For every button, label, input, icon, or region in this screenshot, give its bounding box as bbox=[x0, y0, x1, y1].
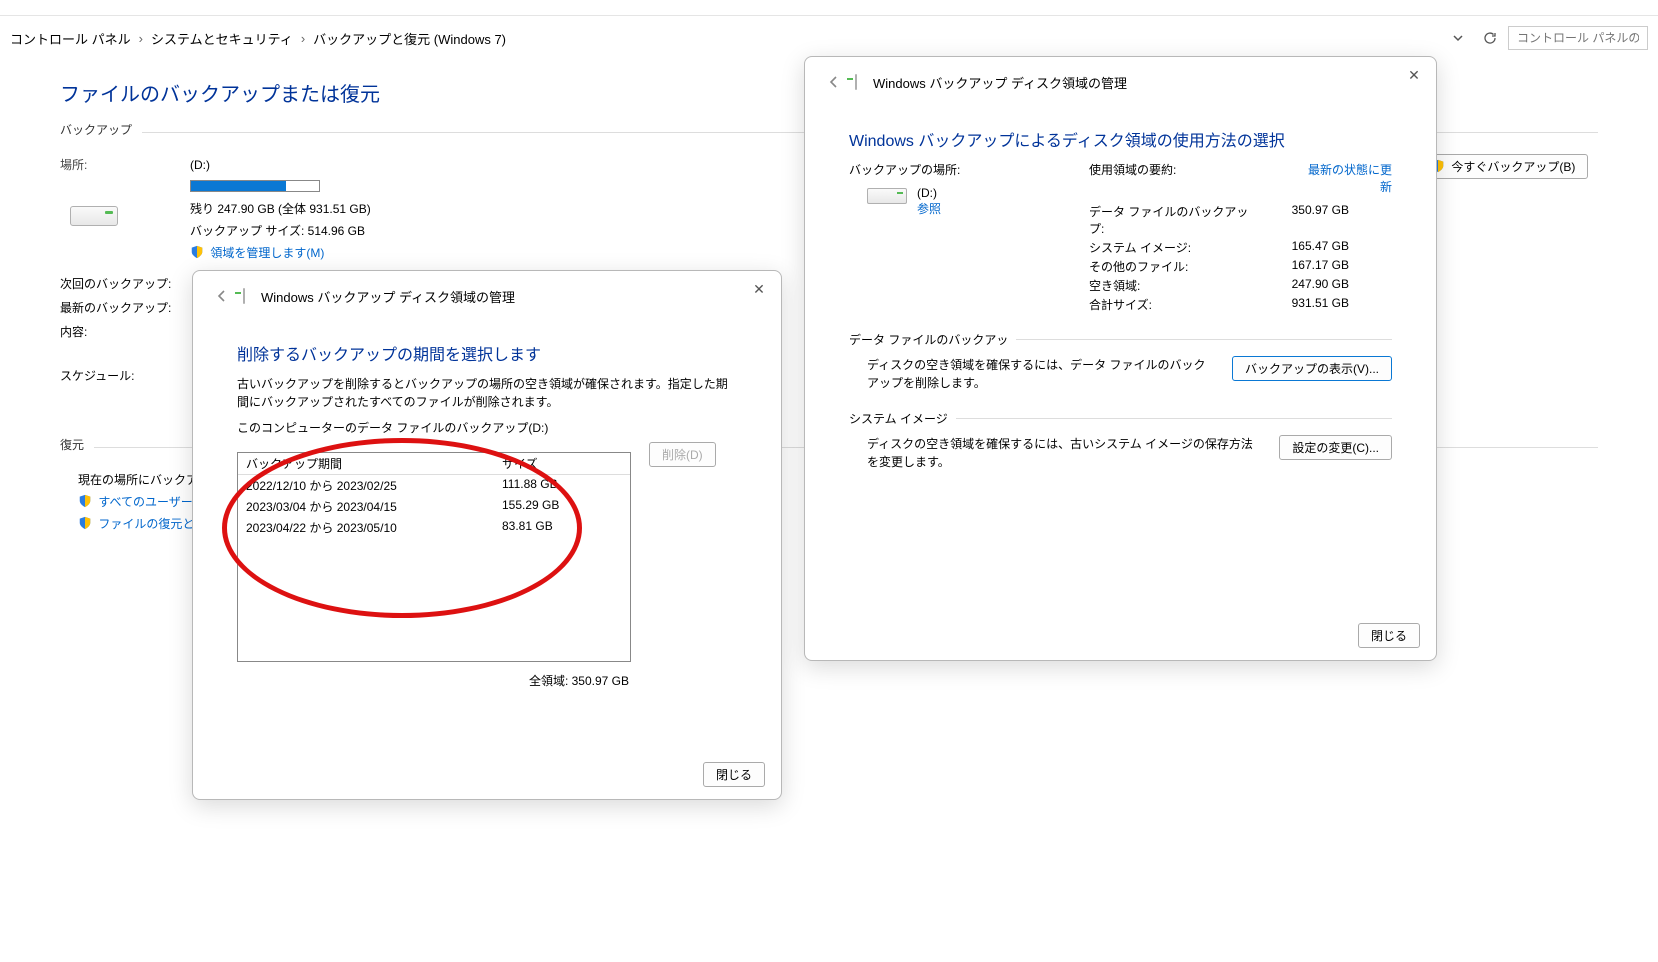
total-space-label: 全領域: 350.97 GB bbox=[237, 662, 631, 689]
shield-icon bbox=[78, 493, 92, 507]
close-button[interactable]: ✕ bbox=[743, 275, 775, 303]
shield-icon bbox=[78, 515, 92, 529]
backup-now-button[interactable]: 今すぐバックアップ(B) bbox=[1418, 154, 1588, 179]
dialog-description: 古いバックアップを削除するとバックアップの場所の空き領域が確保されます。指定した… bbox=[237, 375, 737, 411]
summary-value: 247.90 GB bbox=[1259, 277, 1349, 294]
summary-label: 空き領域: bbox=[1089, 277, 1259, 294]
close-button[interactable]: ✕ bbox=[1398, 61, 1430, 89]
summary-label: その他のファイル: bbox=[1089, 258, 1259, 275]
list-item[interactable]: 2023/03/04 から 2023/04/15155.29 GB bbox=[238, 496, 630, 517]
label-content: 内容: bbox=[60, 322, 180, 342]
section-header-backup: バックアップ bbox=[60, 121, 132, 138]
summary-value: 165.47 GB bbox=[1259, 239, 1349, 256]
dialog-title: Windows バックアップ ディスク領域の管理 bbox=[261, 287, 515, 306]
backup-source-label: このコンピューターのデータ ファイルのバックアップ(D:) bbox=[237, 419, 737, 436]
summary-value: 931.51 GB bbox=[1259, 296, 1349, 313]
section-header-restore: 復元 bbox=[60, 436, 84, 453]
summary-label: データ ファイルのバックアップ: bbox=[1089, 203, 1259, 237]
list-item[interactable]: 2023/04/22 から 2023/05/1083.81 GB bbox=[238, 517, 630, 538]
view-backups-button[interactable]: バックアップの表示(V)... bbox=[1232, 356, 1392, 381]
breadcrumb-item[interactable]: システムとセキュリティ bbox=[151, 29, 293, 48]
manage-space-link[interactable]: 領域を管理します(M) bbox=[210, 246, 324, 260]
search-input[interactable] bbox=[1508, 26, 1648, 50]
dialog-heading: 削除するバックアップの期間を選択します bbox=[237, 341, 737, 365]
back-button[interactable] bbox=[823, 71, 845, 93]
disk-icon bbox=[70, 206, 118, 226]
label-location: 場所: bbox=[60, 154, 180, 176]
delete-button: 削除(D) bbox=[649, 442, 716, 467]
chevron-right-icon: › bbox=[137, 31, 145, 46]
usage-summary-label: 使用領域の要約: bbox=[1089, 161, 1176, 195]
select-backup-period-dialog: ✕ Windows バックアップ ディスク領域の管理 削除するバックアップの期間… bbox=[192, 270, 782, 800]
back-button[interactable] bbox=[211, 285, 233, 307]
summary-value: 167.17 GB bbox=[1259, 258, 1349, 275]
label-next-backup: 次回のバックアップ: bbox=[60, 274, 180, 294]
group-label-data-files: データ ファイルのバックアッ bbox=[849, 331, 1008, 348]
drive-letter: (D:) bbox=[917, 186, 941, 200]
restore-file-link[interactable]: ファイルの復元と bbox=[98, 517, 194, 531]
group-label-system-image: システム イメージ bbox=[849, 410, 948, 427]
column-header-period[interactable]: バックアップ期間 bbox=[246, 455, 502, 472]
backup-period-list[interactable]: バックアップ期間 サイズ 2022/12/10 から 2023/02/25111… bbox=[237, 452, 631, 662]
column-header-size[interactable]: サイズ bbox=[502, 455, 622, 472]
chevron-right-icon: › bbox=[299, 31, 307, 46]
shield-icon bbox=[190, 244, 204, 258]
disk-usage-bar bbox=[190, 180, 320, 192]
disk-icon bbox=[867, 188, 907, 204]
dialog-title: Windows バックアップ ディスク領域の管理 bbox=[873, 73, 1127, 92]
close-dialog-button[interactable]: 閉じる bbox=[703, 762, 765, 787]
summary-label: システム イメージ: bbox=[1089, 239, 1259, 256]
dialog-heading: Windows バックアップによるディスク領域の使用方法の選択 bbox=[849, 127, 1392, 151]
change-settings-button[interactable]: 設定の変更(C)... bbox=[1279, 435, 1392, 460]
label-schedule: スケジュール: bbox=[60, 366, 180, 386]
breadcrumb-item[interactable]: バックアップと復元 (Windows 7) bbox=[313, 29, 506, 48]
disk-space-management-dialog: ✕ Windows バックアップ ディスク領域の管理 Windows バックアッ… bbox=[804, 56, 1437, 661]
address-bar: コントロール パネル › システムとセキュリティ › バックアップと復元 (Wi… bbox=[0, 16, 1658, 60]
disk-icon bbox=[855, 74, 857, 90]
refresh-button[interactable] bbox=[1476, 24, 1504, 52]
breadcrumb-item[interactable]: コントロール パネル bbox=[10, 29, 131, 48]
summary-value: 350.97 GB bbox=[1259, 203, 1349, 237]
group-description: ディスクの空き領域を確保するには、古いシステム イメージの保存方法を変更します。 bbox=[867, 435, 1263, 471]
summary-label: 合計サイズ: bbox=[1089, 296, 1259, 313]
browse-link[interactable]: 参照 bbox=[917, 200, 941, 217]
refresh-link[interactable]: 最新の状態に更新 bbox=[1302, 161, 1392, 195]
backup-location-label: バックアップの場所: bbox=[849, 161, 1079, 178]
group-description: ディスクの空き領域を確保するには、データ ファイルのバックアップを削除します。 bbox=[867, 356, 1216, 392]
close-dialog-button[interactable]: 閉じる bbox=[1358, 623, 1420, 648]
label-latest-backup: 最新のバックアップ: bbox=[60, 298, 180, 318]
disk-icon bbox=[243, 288, 245, 304]
dropdown-button[interactable] bbox=[1444, 24, 1472, 52]
list-item[interactable]: 2022/12/10 から 2023/02/25111.88 GB bbox=[238, 475, 630, 496]
